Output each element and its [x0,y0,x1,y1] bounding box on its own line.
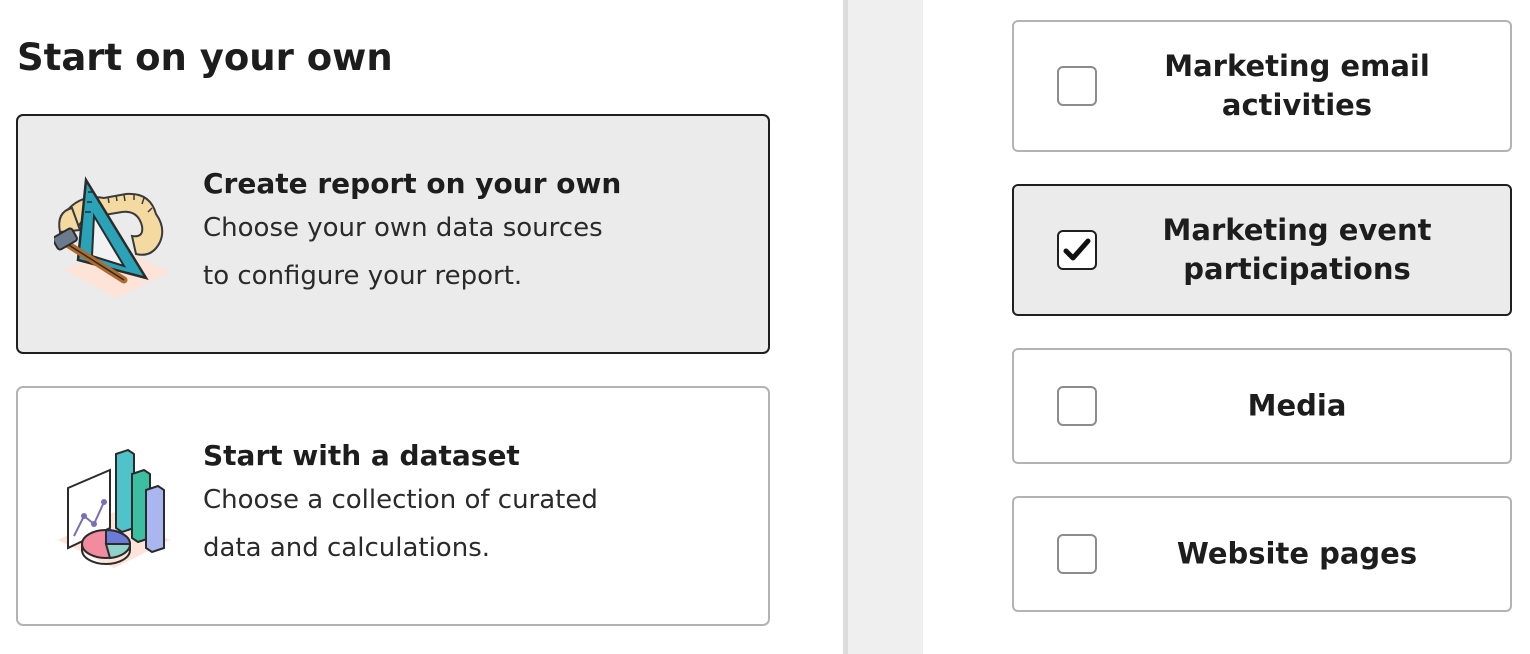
start-with-dataset-card[interactable]: Start with a dataset Choose a collection… [16,386,770,626]
card-description-line2: to configure your report. [203,261,523,291]
panel-divider [843,0,923,654]
source-option-media[interactable]: Media [1012,348,1512,464]
source-option-marketing-event-participations[interactable]: Marketing event participations [1012,184,1512,316]
source-option-marketing-email-activities[interactable]: Marketing email activities [1012,20,1512,152]
label-line1: Website pages [1176,536,1418,571]
section-title: Start on your own [17,36,393,79]
checkmark-icon [1063,238,1091,261]
checkbox[interactable] [1057,386,1097,426]
data-source-list: Marketing email activities Marketing eve… [923,0,1530,654]
source-option-label: Marketing email activities [1124,47,1470,125]
checkbox[interactable] [1057,534,1097,574]
label-line1: Media [1247,388,1347,423]
label-line2: activities [1221,88,1373,122]
label-line1: Marketing email [1164,49,1430,83]
card-title: Create report on your own [203,167,622,200]
source-option-label: Marketing event participations [1124,211,1470,289]
create-report-own-card[interactable]: Create report on your own Choose your ow… [16,114,770,354]
card-description-line1: Choose your own data sources [203,213,603,243]
report-start-panel: Start on your own Create report on your … [0,0,843,654]
checkbox[interactable] [1057,66,1097,106]
source-option-website-pages[interactable]: Website pages [1012,496,1512,612]
card-description-line1: Choose a collection of curated [203,485,598,515]
label-line2: participations [1183,252,1411,286]
source-option-label: Media [1124,387,1470,426]
card-description-line2: data and calculations. [203,533,491,563]
ruler-hammer-icon [52,172,174,298]
checkbox-checked[interactable] [1057,230,1097,270]
source-option-label: Website pages [1124,535,1470,574]
dataset-charts-icon [54,444,174,570]
label-line1: Marketing event [1162,213,1432,247]
card-title: Start with a dataset [203,439,520,472]
